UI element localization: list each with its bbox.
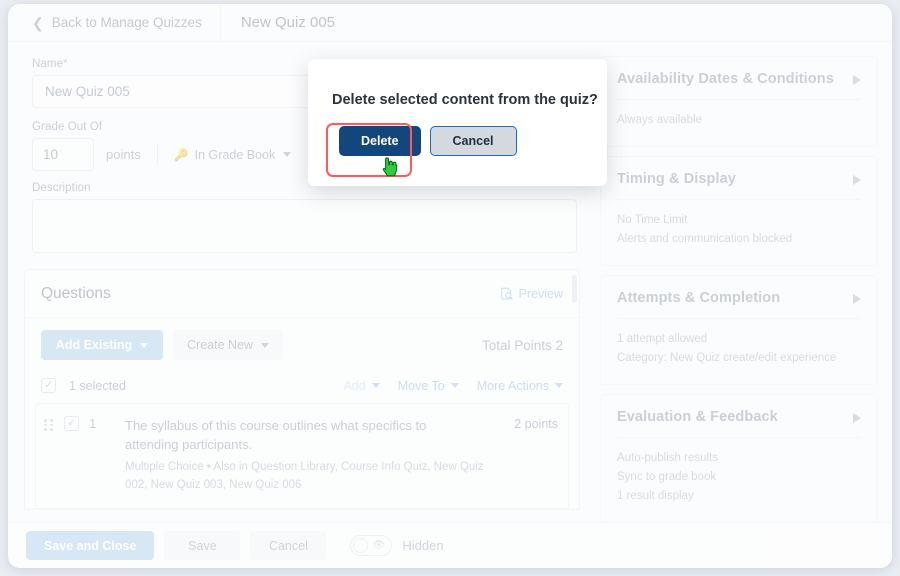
name-input-value: New Quiz 005 [45, 84, 130, 99]
triangle-right-icon[interactable] [853, 175, 861, 185]
panel-title: Timing & Display [617, 171, 736, 187]
panel-line: Auto-publish results [617, 452, 718, 464]
questions-title: Questions [41, 284, 111, 302]
questions-header: Questions Preview [25, 270, 579, 318]
in-grade-book-dropdown[interactable]: 🔑 In Grade Book [174, 148, 292, 162]
add-label: Add [343, 378, 366, 393]
panel-header: Timing & Display [617, 171, 861, 187]
table-row[interactable]: ✓ 1 The syllabus of this course outlines… [35, 403, 569, 509]
save-and-close-button[interactable]: Save and Close [26, 531, 155, 560]
triangle-right-icon[interactable] [853, 294, 861, 304]
in-grade-book-label: In Grade Book [194, 147, 276, 162]
panel-title: Evaluation & Feedback [617, 409, 778, 425]
move-to-label: Move To [397, 378, 445, 393]
panel-line: Always available [617, 114, 703, 126]
question-text: The syllabus of this course outlines wha… [125, 418, 427, 452]
panel-title: Availability Dates & Conditions [617, 71, 834, 87]
toggle-knob [353, 538, 369, 553]
create-new-label: Create New [187, 338, 253, 352]
chevron-down-icon [283, 152, 292, 157]
panel-line: Sync to grade book [617, 471, 717, 483]
hidden-label: Hidden [402, 538, 444, 553]
eye-slash-icon: 👁 [372, 539, 386, 551]
panel-availability-dates-conditions[interactable]: Availability Dates & Conditions Always a… [600, 56, 878, 147]
triangle-right-icon[interactable] [853, 413, 861, 423]
panel-line: 1 result display [617, 490, 694, 502]
app-header: ❮ Back to Manage Quizzes New Quiz 005 [8, 4, 892, 42]
selected-count-label: 1 selected [69, 378, 126, 393]
add-existing-button[interactable]: Add Existing [41, 330, 163, 360]
more-actions-label: More Actions [476, 378, 549, 393]
question-meta: Multiple Choice • Also in Question Libra… [125, 461, 484, 491]
footer-bar: Save and Close Save Cancel 👁 Hidden [8, 522, 892, 568]
row-body: The syllabus of this course outlines wha… [111, 416, 514, 494]
grade-out-of-input[interactable]: 10 [32, 138, 94, 171]
more-actions-dropdown[interactable]: More Actions [477, 379, 563, 393]
move-to-dropdown[interactable]: Move To [398, 379, 459, 393]
selection-actions: Add Move To More Actions [343, 379, 563, 393]
panel-header: Attempts & Completion [617, 290, 861, 306]
add-dropdown[interactable]: Add [343, 378, 380, 393]
quiz-editor-window: ❮ Back to Manage Quizzes New Quiz 005 Na… [8, 4, 892, 568]
dialog-delete-button[interactable]: Delete [339, 126, 421, 156]
panel-header: Availability Dates & Conditions [617, 71, 861, 87]
hidden-toggle[interactable]: 👁 [350, 535, 393, 556]
panel-header: Evaluation & Feedback [617, 409, 861, 425]
panel-line: Category: New Quiz create/edit experienc… [617, 352, 837, 364]
row-checkbox[interactable]: ✓ [64, 416, 79, 431]
page-title: New Quiz 005 [240, 14, 336, 31]
document-search-icon [500, 287, 513, 300]
select-all-checkbox[interactable]: ✓ [41, 378, 56, 393]
right-sidebar: Availability Dates & Conditions Always a… [596, 42, 892, 568]
panel-line: Alerts and communication blocked [617, 233, 793, 245]
cancel-button[interactable]: Cancel [250, 531, 327, 560]
divider [617, 318, 861, 319]
question-points: 2 points [514, 417, 558, 431]
panel-line: No Time Limit [617, 214, 688, 226]
row-number: 1 [89, 416, 97, 431]
dialog-cancel-button[interactable]: Cancel [429, 126, 517, 156]
selection-bar: ✓ 1 selected Add Move To More Actions [25, 360, 579, 403]
save-button[interactable]: Save [164, 531, 241, 560]
key-icon: 🔑 [173, 147, 189, 162]
questions-toolbar: Add Existing Create New Total Points 2 [25, 318, 579, 360]
panel-evaluation-feedback[interactable]: Evaluation & Feedback Auto-publish resul… [600, 394, 878, 523]
chevron-down-icon [371, 383, 380, 388]
panel-timing-display[interactable]: Timing & Display No Time Limit Alerts an… [600, 156, 878, 266]
chevron-down-icon [140, 342, 149, 348]
divider [156, 143, 158, 166]
back-link-label: Back to Manage Quizzes [51, 15, 202, 30]
chevron-down-icon [450, 383, 459, 388]
dialog-actions: Delete Cancel [308, 108, 607, 156]
description-textarea[interactable] [32, 199, 577, 253]
divider [617, 437, 861, 438]
preview-button[interactable]: Preview [500, 287, 563, 301]
questions-card: Questions Preview Add Existing Create Ne… [24, 269, 580, 510]
chevron-down-icon [261, 342, 269, 348]
divider [617, 99, 861, 100]
panel-attempts-completion[interactable]: Attempts & Completion 1 attempt allowed … [600, 275, 878, 385]
panel-title: Attempts & Completion [617, 290, 781, 306]
drag-handle-icon[interactable] [44, 416, 56, 494]
confirm-delete-dialog: Delete selected content from the quiz? D… [308, 59, 607, 186]
preview-label: Preview [518, 286, 563, 301]
panel-line: 1 attempt allowed [617, 333, 708, 345]
create-new-button[interactable]: Create New [173, 330, 283, 360]
triangle-right-icon[interactable] [853, 75, 861, 85]
total-points-label: Total Points 2 [481, 337, 563, 353]
grade-out-of-value: 10 [43, 147, 59, 162]
divider [617, 199, 861, 200]
chevron-left-icon: ❮ [32, 14, 44, 31]
required-mark: * [63, 58, 68, 70]
dialog-title: Delete selected content from the quiz? [332, 92, 598, 108]
back-to-manage-quizzes-link[interactable]: ❮ Back to Manage Quizzes [8, 4, 221, 41]
chevron-down-icon [555, 383, 563, 388]
hidden-toggle-group: 👁 Hidden [350, 535, 444, 556]
points-label: points [106, 147, 141, 162]
add-existing-label: Add Existing [55, 338, 133, 352]
questions-scrollbar[interactable] [572, 275, 577, 303]
hand-pointer-cursor [382, 157, 398, 177]
